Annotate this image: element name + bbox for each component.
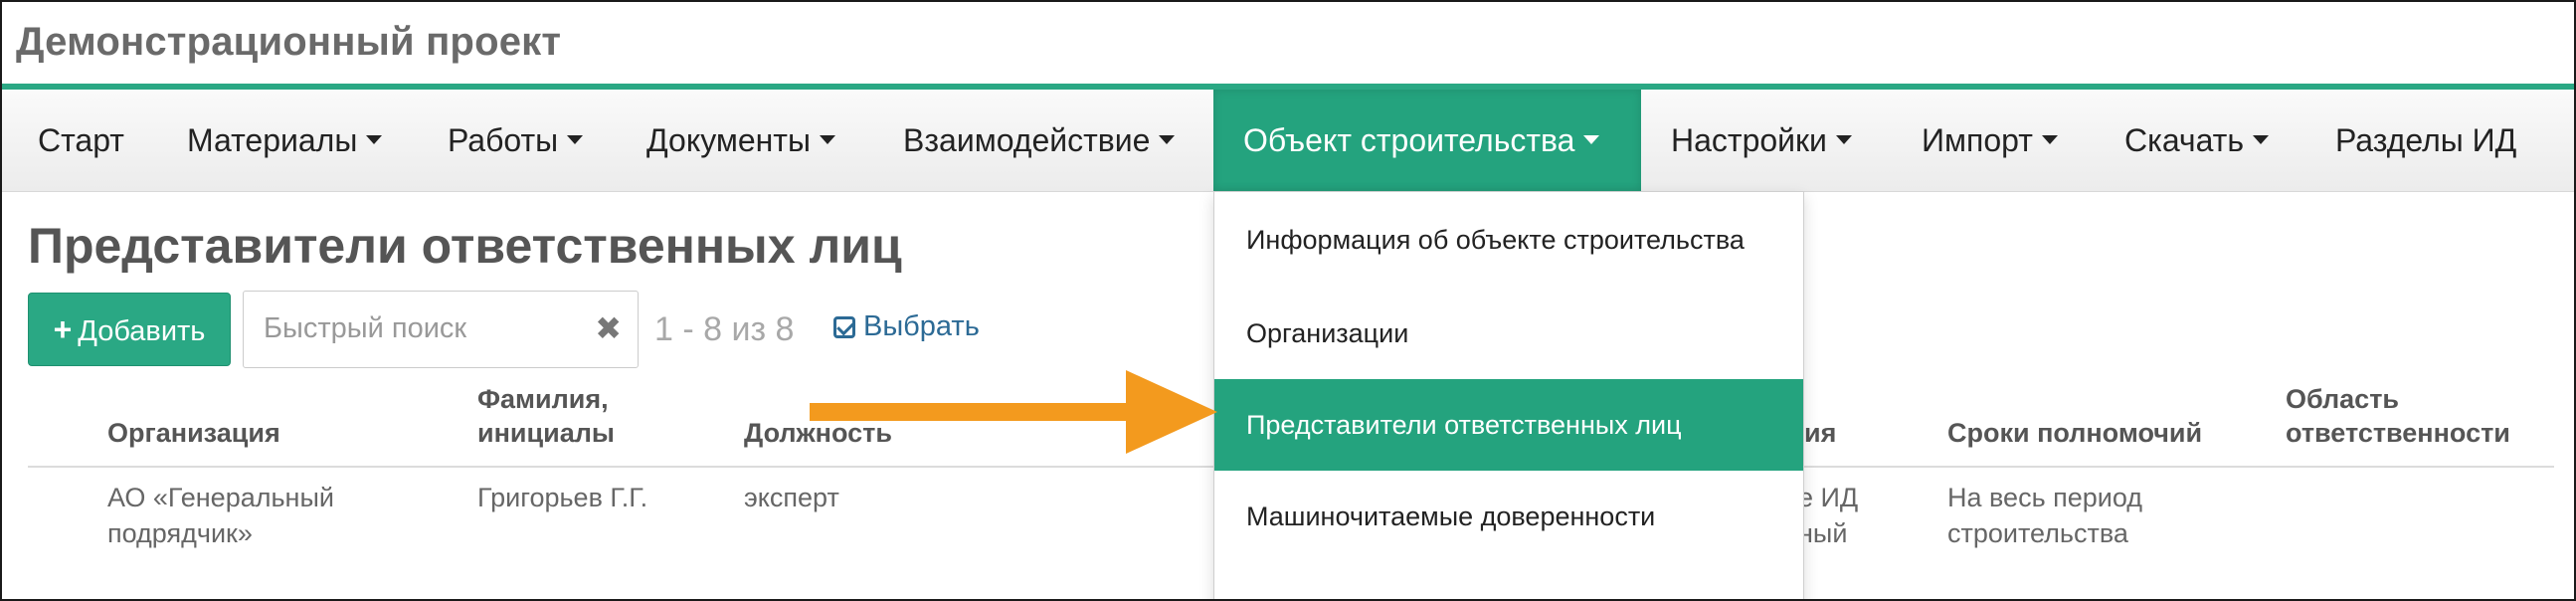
caret-down-icon — [819, 135, 835, 145]
pointer-arrow-icon — [810, 370, 1217, 454]
quick-search: ✖ — [243, 291, 639, 368]
nav-download[interactable]: Скачать — [2095, 90, 2299, 191]
menu-item-organizations[interactable]: Организации — [1214, 288, 1803, 379]
app-window: Демонстрационный проект Старт Материалы … — [0, 0, 2576, 601]
menu-item-responsible-representatives[interactable]: Представители ответственных лиц — [1214, 379, 1803, 471]
header-organization[interactable]: Организация — [107, 414, 280, 452]
header-partial-column[interactable]: ия — [1804, 414, 1836, 452]
cell-partial-line1: е ИД — [1798, 483, 1859, 512]
caret-down-icon — [1835, 135, 1852, 145]
caret-down-icon — [2041, 135, 2058, 145]
cell-position: эксперт — [744, 483, 839, 512]
caret-down-icon — [1583, 135, 1600, 145]
nav-import[interactable]: Импорт — [1892, 90, 2088, 191]
pagination-info: 1 - 8 из 8 — [654, 310, 795, 348]
nav-download-label: Скачать — [2124, 122, 2244, 158]
construction-object-dropdown: Информация об объекте строительства Орга… — [1213, 191, 1804, 599]
nav-interaction-label: Взаимодействие — [903, 122, 1151, 158]
title-bar: Демонстрационный проект — [2, 2, 2574, 90]
clear-icon[interactable]: ✖ — [595, 309, 622, 347]
nav-start-label: Старт — [38, 122, 124, 158]
plus-icon: + — [53, 311, 73, 347]
cell-name: Григорьев Г.Г. — [477, 483, 648, 512]
nav-documents-label: Документы — [646, 122, 811, 158]
header-name-line1[interactable]: Фамилия, — [477, 380, 609, 418]
nav-interaction[interactable]: Взаимодействие — [867, 90, 1210, 191]
nav-import-label: Импорт — [1922, 122, 2033, 158]
nav-id-sections[interactable]: Разделы ИД — [2305, 90, 2546, 191]
cell-partial-line2: ный — [1798, 518, 1848, 548]
project-title: Демонстрационный проект — [16, 20, 562, 64]
cell-organization-line2: подрядчик» — [107, 518, 253, 548]
caret-down-icon — [1159, 135, 1176, 145]
nav-settings-label: Настройки — [1671, 122, 1827, 158]
cell-term-line2: строительства — [1947, 518, 2128, 548]
header-area-line1[interactable]: Область — [2286, 380, 2399, 418]
nav-settings[interactable]: Настройки — [1641, 90, 1882, 191]
nav-construction-object-label: Объект строительства — [1243, 122, 1575, 158]
search-input[interactable] — [244, 292, 592, 365]
nav-works[interactable]: Работы — [412, 90, 619, 191]
nav-start[interactable]: Старт — [2, 90, 160, 191]
select-link[interactable]: Выбрать — [833, 310, 980, 343]
page-title: Представители ответственных лиц — [28, 218, 902, 274]
nav-id-sections-label: Разделы ИД — [2335, 122, 2517, 158]
select-link-label: Выбрать — [863, 310, 980, 342]
nav-materials-label: Материалы — [187, 122, 358, 158]
caret-down-icon — [2253, 135, 2269, 145]
menu-item-object-info[interactable]: Информация об объекте строительства — [1214, 194, 1803, 286]
caret-down-icon — [567, 135, 584, 145]
cell-organization-line1: АО «Генеральный — [107, 483, 334, 512]
add-button-label: Добавить — [78, 315, 206, 347]
header-area-line2[interactable]: ответственности — [2286, 414, 2510, 452]
caret-down-icon — [366, 135, 383, 145]
add-button[interactable]: + Добавить — [28, 293, 231, 366]
nav-documents[interactable]: Документы — [611, 90, 871, 191]
header-name-line2[interactable]: инициалы — [477, 414, 615, 452]
nav-construction-object[interactable]: Объект строительства — [1213, 90, 1641, 191]
nav-works-label: Работы — [448, 122, 559, 158]
menu-item-machine-readable-poa[interactable]: Машиночитаемые доверенности — [1214, 471, 1803, 562]
checkbox-icon — [833, 316, 855, 338]
nav-materials[interactable]: Материалы — [151, 90, 418, 191]
cell-term-line1: На весь период — [1947, 483, 2143, 512]
header-term[interactable]: Сроки полномочий — [1947, 414, 2202, 452]
main-navbar: Старт Материалы Работы Документы Взаимод… — [2, 90, 2574, 192]
